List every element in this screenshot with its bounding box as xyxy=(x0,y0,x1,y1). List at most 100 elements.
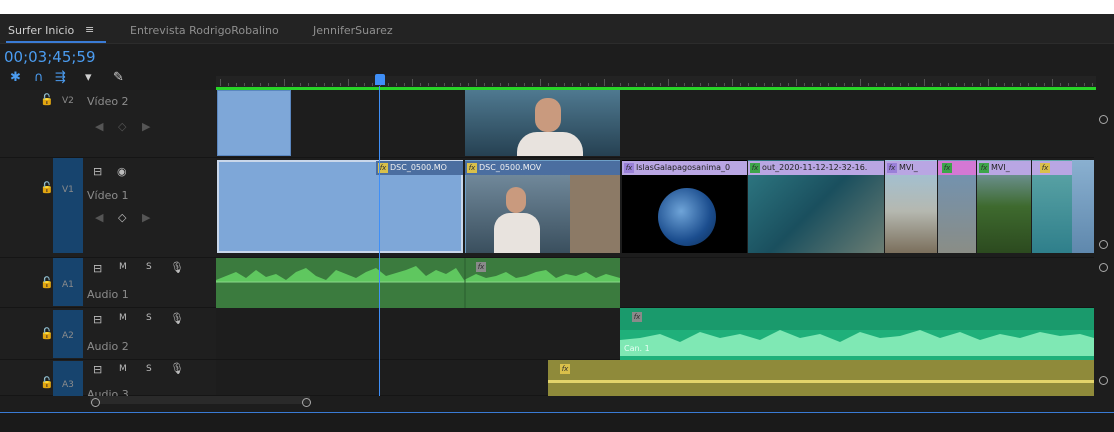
lock-icon[interactable]: 🔓 xyxy=(40,327,54,340)
solo-button[interactable]: S xyxy=(146,364,152,374)
ruler-tick xyxy=(740,83,741,86)
tab-surfer-inicio[interactable]: Surfer Inicio xyxy=(8,24,74,37)
prev-keyframe-icon[interactable]: ◀ xyxy=(95,211,103,224)
shirt-shape xyxy=(517,132,583,156)
ruler-tick xyxy=(812,83,813,86)
mute-button[interactable]: M xyxy=(119,364,127,374)
track-id-v1: V1 xyxy=(62,185,74,195)
ruler-tick xyxy=(588,83,589,86)
playhead-timecode[interactable]: 00;03;45;59 xyxy=(4,48,96,66)
ruler-tick xyxy=(1076,83,1077,86)
keyframe-icon[interactable]: ◇ xyxy=(118,211,126,224)
a3-scroll-handle[interactable] xyxy=(1099,376,1108,385)
sync-lock-icon[interactable]: ⊟ xyxy=(93,313,102,326)
clip-a2-audio[interactable]: fx Can. 1 xyxy=(620,308,1094,360)
tab-entrevista[interactable]: Entrevista RodrigoRobalino xyxy=(130,24,279,37)
v2-scroll-handle[interactable] xyxy=(1099,115,1108,124)
marker-icon[interactable]: ▾ xyxy=(85,70,92,86)
lock-icon[interactable]: 🔓 xyxy=(40,276,54,289)
ruler-tick xyxy=(252,83,253,86)
ruler-tick xyxy=(508,83,509,86)
ruler-tick xyxy=(572,83,573,86)
fx-badge-icon: fx xyxy=(467,163,477,173)
clip-v2-interview[interactable] xyxy=(465,90,620,156)
track-area-v2[interactable] xyxy=(216,90,1094,158)
mute-button[interactable]: M xyxy=(119,262,127,272)
zoom-left-handle[interactable] xyxy=(91,398,100,407)
ruler-tick xyxy=(324,83,325,86)
v1-scroll-handle[interactable] xyxy=(1099,240,1108,249)
lock-icon[interactable]: 🔓 xyxy=(40,93,54,106)
horizontal-zoom-bar[interactable] xyxy=(90,396,310,404)
waveform-a3 xyxy=(548,380,1094,383)
ruler-tick xyxy=(412,79,413,86)
clip-v1-end[interactable] xyxy=(1072,160,1094,253)
ruler-tick xyxy=(884,83,885,86)
mute-button[interactable]: M xyxy=(119,313,127,323)
clip-label-town: fx xyxy=(938,161,976,175)
track-name-v2: Vídeo 2 xyxy=(87,95,129,108)
shirt-shape xyxy=(494,213,540,253)
next-keyframe-icon[interactable]: ▶ xyxy=(142,120,150,133)
ruler-tick xyxy=(276,83,277,86)
ruler-tick xyxy=(868,83,869,86)
sync-lock-icon[interactable]: ⊟ xyxy=(93,165,102,178)
ruler-tick xyxy=(772,83,773,86)
ruler-tick xyxy=(524,83,525,86)
microphone-icon[interactable]: 🎙 xyxy=(170,261,184,274)
next-keyframe-icon[interactable]: ▶ xyxy=(142,211,150,224)
clip-v2-blue[interactable] xyxy=(217,90,291,156)
ruler-tick xyxy=(604,79,605,86)
clip-label-dsc0500-b: fx DSC_0500.MOV xyxy=(465,161,620,175)
window-top-strip xyxy=(0,0,1114,14)
clip-label-dsc0500-a: fx DSC_0500.MO xyxy=(376,161,463,175)
clip-a1-audio[interactable]: fx xyxy=(216,258,620,308)
microphone-icon[interactable]: 🎙 xyxy=(170,312,184,325)
zoom-right-handle[interactable] xyxy=(302,398,311,407)
sync-lock-icon[interactable]: ⊟ xyxy=(93,262,102,275)
ruler-tick xyxy=(516,83,517,86)
ruler-tick xyxy=(356,83,357,86)
snap-icon[interactable]: ✱ xyxy=(10,70,21,86)
v1-target-indicator[interactable] xyxy=(53,158,83,253)
ruler-tick xyxy=(844,83,845,86)
ruler-tick xyxy=(644,83,645,86)
ruler-tick xyxy=(636,83,637,86)
ruler-tick xyxy=(476,79,477,86)
ruler-tick xyxy=(860,79,861,86)
magnet-icon[interactable]: ∩ xyxy=(34,70,44,86)
playhead-handle[interactable] xyxy=(375,74,385,85)
ruler-tick xyxy=(764,83,765,86)
eye-icon[interactable]: ◉ xyxy=(117,165,127,178)
sync-lock-icon[interactable]: ⊟ xyxy=(93,363,102,376)
lock-icon[interactable]: 🔓 xyxy=(40,181,54,194)
ruler-tick xyxy=(316,83,317,86)
keyframe-icon[interactable]: ◇ xyxy=(118,120,126,133)
a3-target-indicator[interactable] xyxy=(53,361,83,396)
solo-button[interactable]: S xyxy=(146,313,152,323)
ruler-tick xyxy=(900,83,901,86)
ruler-tick xyxy=(260,83,261,86)
ruler-tick xyxy=(700,83,701,86)
lock-icon[interactable]: 🔓 xyxy=(40,376,54,389)
clip-label-galapagos: fx IslasGalapagosanima_0 xyxy=(622,161,747,175)
linked-selection-icon[interactable]: ⇶ xyxy=(55,70,66,86)
wrench-icon[interactable]: ✎ xyxy=(113,70,124,86)
microphone-icon[interactable]: 🎙 xyxy=(170,362,184,375)
ruler-tick xyxy=(956,83,957,86)
clip-name: IslasGalapagosanima_0 xyxy=(636,163,731,172)
clip-name: DSC_0500.MO xyxy=(390,163,447,172)
solo-button[interactable]: S xyxy=(146,262,152,272)
clip-a3-audio[interactable]: fx xyxy=(548,360,1094,396)
playhead-line[interactable] xyxy=(379,86,380,396)
fx-badge-icon: fx xyxy=(887,163,897,173)
track-name-a1: Audio 1 xyxy=(87,288,129,301)
prev-keyframe-icon[interactable]: ◀ xyxy=(95,120,103,133)
ruler-tick xyxy=(292,83,293,86)
clip-name: DSC_0500.MOV xyxy=(479,163,542,172)
tab-menu-icon[interactable]: ≡ xyxy=(85,23,94,36)
a1-scroll-handle[interactable] xyxy=(1099,263,1108,272)
ruler-tick xyxy=(1004,83,1005,86)
tab-jennifer[interactable]: JenniferSuarez xyxy=(313,24,393,37)
ruler-tick xyxy=(916,83,917,86)
